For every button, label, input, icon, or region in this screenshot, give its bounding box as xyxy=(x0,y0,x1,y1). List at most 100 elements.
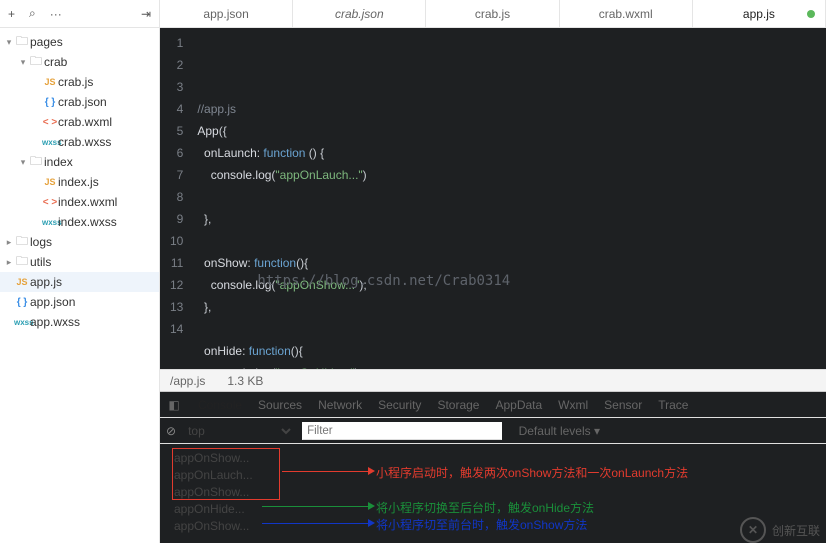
filter-input[interactable] xyxy=(302,422,502,440)
tree-item-label: index.wxml xyxy=(58,195,117,209)
tree-item-label: app.wxss xyxy=(30,315,80,329)
folder-icon: 🗀 xyxy=(14,32,30,53)
tree-item[interactable]: JS crab.js xyxy=(0,72,159,92)
json-icon: { } xyxy=(14,297,30,308)
folder-icon: 🗀 xyxy=(28,52,44,73)
tree-item-label: app.json xyxy=(30,295,75,309)
tree-item[interactable]: ▾🗀 crab xyxy=(0,52,159,72)
tree-item-label: index.wxss xyxy=(58,215,117,229)
folder-icon: 🗀 xyxy=(14,232,30,253)
folder-icon: 🗀 xyxy=(14,252,30,273)
search-button[interactable]: ⌕ xyxy=(29,6,36,21)
js-icon: JS xyxy=(42,177,58,187)
folder-icon: 🗀 xyxy=(28,152,44,173)
tree-item-label: crab.json xyxy=(58,95,107,109)
explorer-toolbar: + ⌕ ··· ⇥ xyxy=(0,0,160,27)
editor: 1234567891011121314 https://blog.csdn.ne… xyxy=(160,28,826,543)
clear-console-icon[interactable]: ⊘ xyxy=(166,424,176,438)
tree-item-label: crab.wxml xyxy=(58,115,112,129)
tree-item-label: crab.wxss xyxy=(58,135,111,149)
tree-item[interactable]: wxss app.wxss xyxy=(0,312,159,332)
devtools-tab[interactable]: Security xyxy=(378,398,421,412)
expand-arrow-icon: ▾ xyxy=(18,57,28,68)
expand-arrow-icon: ▾ xyxy=(18,157,28,168)
code-line: }, xyxy=(197,208,366,230)
annotation: 将小程序切换至后台时，触发onHide方法 xyxy=(376,499,594,516)
tree-item-label: index xyxy=(44,155,73,169)
status-bar: /app.js 1.3 KB xyxy=(160,369,826,391)
tree-item-label: app.js xyxy=(30,275,62,289)
brand-watermark: ✕创新互联 xyxy=(740,517,820,543)
devtools-tab[interactable]: Console xyxy=(198,398,242,412)
add-button[interactable]: + xyxy=(8,7,15,21)
inspect-icon[interactable]: ◧ xyxy=(166,398,182,412)
expand-arrow-icon: ▾ xyxy=(4,37,14,48)
tree-item[interactable]: ▸🗀 utils xyxy=(0,252,159,272)
expand-arrow-icon: ▸ xyxy=(4,257,14,268)
code-line xyxy=(197,186,366,208)
more-button[interactable]: ··· xyxy=(50,7,62,21)
code-line: onHide: function(){ xyxy=(197,340,366,362)
tree-item[interactable]: JS index.js xyxy=(0,172,159,192)
tree-item-label: pages xyxy=(30,35,63,49)
code-line: console.log("appOnShow..."); xyxy=(197,274,366,296)
console-output: appOnShow...appOnLauch...appOnShow...app… xyxy=(160,444,826,543)
devtools: ◧ Console Sources Network Security Storage Ap… xyxy=(160,391,826,543)
code-line: App({ xyxy=(197,120,366,142)
editor-tab[interactable]: app.js xyxy=(693,0,826,27)
wxml-icon: < > xyxy=(42,117,58,128)
expand-arrow-icon: ▸ xyxy=(4,237,14,248)
editor-tab[interactable]: app.json xyxy=(160,0,293,27)
tree-item-label: crab.js xyxy=(58,75,93,89)
tree-item[interactable]: ▾🗀 index xyxy=(0,152,159,172)
js-icon: JS xyxy=(14,277,30,287)
annotation: 小程序启动时，触发两次onShow方法和一次onLaunch方法 xyxy=(376,464,688,481)
devtools-tab[interactable]: Sources xyxy=(258,398,302,412)
tree-item-label: crab xyxy=(44,55,67,69)
tree-item[interactable]: < > crab.wxml xyxy=(0,112,159,132)
log-levels[interactable]: Default levels ▾ xyxy=(519,424,600,438)
wxml-icon: < > xyxy=(42,197,58,208)
tree-item[interactable]: JS app.js xyxy=(0,272,159,292)
code-line: console.log("appOnLauch...") xyxy=(197,164,366,186)
file-explorer: ▾🗀 pages▾🗀 crabJS crab.js{ } crab.json< … xyxy=(0,28,160,543)
editor-tab[interactable]: crab.wxml xyxy=(560,0,693,27)
tree-item-label: index.js xyxy=(58,175,99,189)
tree-item[interactable]: < > index.wxml xyxy=(0,192,159,212)
devtools-tab[interactable]: Wxml xyxy=(558,398,588,412)
tree-item[interactable]: { } crab.json xyxy=(0,92,159,112)
code-line: }, xyxy=(197,296,366,318)
status-path: /app.js xyxy=(170,374,205,388)
editor-tabs: app.jsoncrab.jsoncrab.jscrab.wxmlapp.js xyxy=(160,0,826,27)
tree-item-label: logs xyxy=(30,235,52,249)
tree-item-label: utils xyxy=(30,255,51,269)
wxss-icon: wxss xyxy=(14,318,30,327)
tree-item[interactable]: wxss index.wxss xyxy=(0,212,159,232)
code-line: onShow: function(){ xyxy=(197,252,366,274)
tree-item[interactable]: ▸🗀 logs xyxy=(0,232,159,252)
annotation: 将小程序切至前台时，触发onShow方法 xyxy=(376,516,587,533)
devtools-tab[interactable]: Trace xyxy=(658,398,688,412)
devtools-tab[interactable]: Network xyxy=(318,398,362,412)
context-select[interactable]: top xyxy=(184,423,294,439)
editor-tab[interactable]: crab.json xyxy=(293,0,426,27)
code-line xyxy=(197,318,366,340)
tree-item[interactable]: wxss crab.wxss xyxy=(0,132,159,152)
status-size: 1.3 KB xyxy=(227,374,263,388)
code-area[interactable]: 1234567891011121314 https://blog.csdn.ne… xyxy=(160,28,826,369)
collapse-button[interactable]: ⇥ xyxy=(141,7,151,21)
dirty-indicator-icon xyxy=(807,10,815,18)
code-line: console.log("appOnHide..."); xyxy=(197,362,366,369)
devtools-tab[interactable]: AppData xyxy=(495,398,542,412)
devtools-tab[interactable]: Storage xyxy=(437,398,479,412)
json-icon: { } xyxy=(42,97,58,108)
js-icon: JS xyxy=(42,77,58,87)
code-line xyxy=(197,230,366,252)
code-line: //app.js xyxy=(197,98,366,120)
devtools-tab[interactable]: Sensor xyxy=(604,398,642,412)
editor-tab[interactable]: crab.js xyxy=(426,0,559,27)
tree-item[interactable]: { } app.json xyxy=(0,292,159,312)
code-line: onLaunch: function () { xyxy=(197,142,366,164)
tree-item[interactable]: ▾🗀 pages xyxy=(0,32,159,52)
wxss-icon: wxss xyxy=(42,218,58,227)
